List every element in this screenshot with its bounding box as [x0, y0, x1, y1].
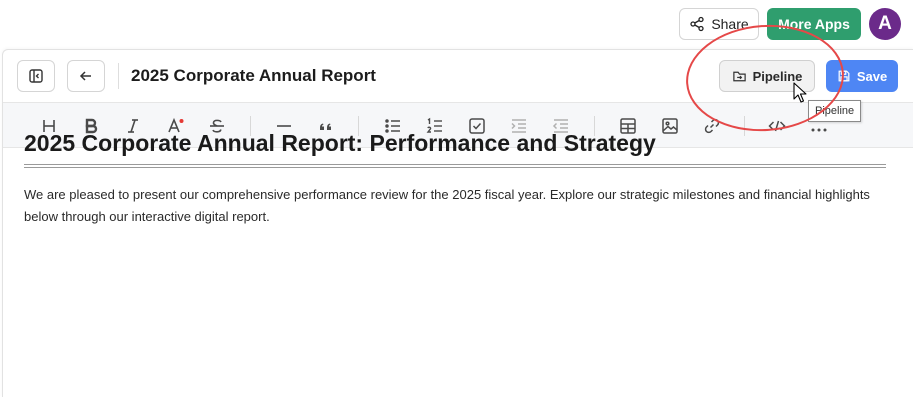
save-icon [838, 70, 850, 82]
share-button[interactable]: Share [679, 8, 759, 40]
back-button[interactable] [67, 60, 105, 92]
user-avatar[interactable]: A [869, 8, 901, 40]
top-bar: Share More Apps A [0, 0, 913, 48]
more-apps-button[interactable]: More Apps [767, 8, 861, 40]
pipeline-tooltip: Pipeline [808, 100, 862, 122]
document-body[interactable]: 2025 Corporate Annual Report: Performanc… [24, 130, 886, 228]
arrow-left-icon [79, 71, 91, 81]
save-button[interactable]: Save [826, 60, 898, 92]
document-paragraph: We are pleased to present our comprehens… [24, 187, 870, 224]
share-icon [690, 16, 704, 32]
sidebar-collapse-icon [29, 69, 43, 83]
share-label: Share [711, 16, 749, 32]
document-title: 2025 Corporate Annual Report [131, 66, 376, 85]
header-divider [118, 63, 119, 89]
save-label: Save [856, 68, 888, 84]
mouse-cursor-icon [793, 82, 807, 103]
folder-arrow-icon [732, 71, 746, 81]
document-heading: 2025 Corporate Annual Report: Performanc… [24, 130, 656, 156]
editor-header: 2025 Corporate Annual Report Pipeline Sa… [3, 50, 913, 102]
heading-underline [24, 164, 886, 168]
toggle-sidebar-button[interactable] [17, 60, 55, 92]
